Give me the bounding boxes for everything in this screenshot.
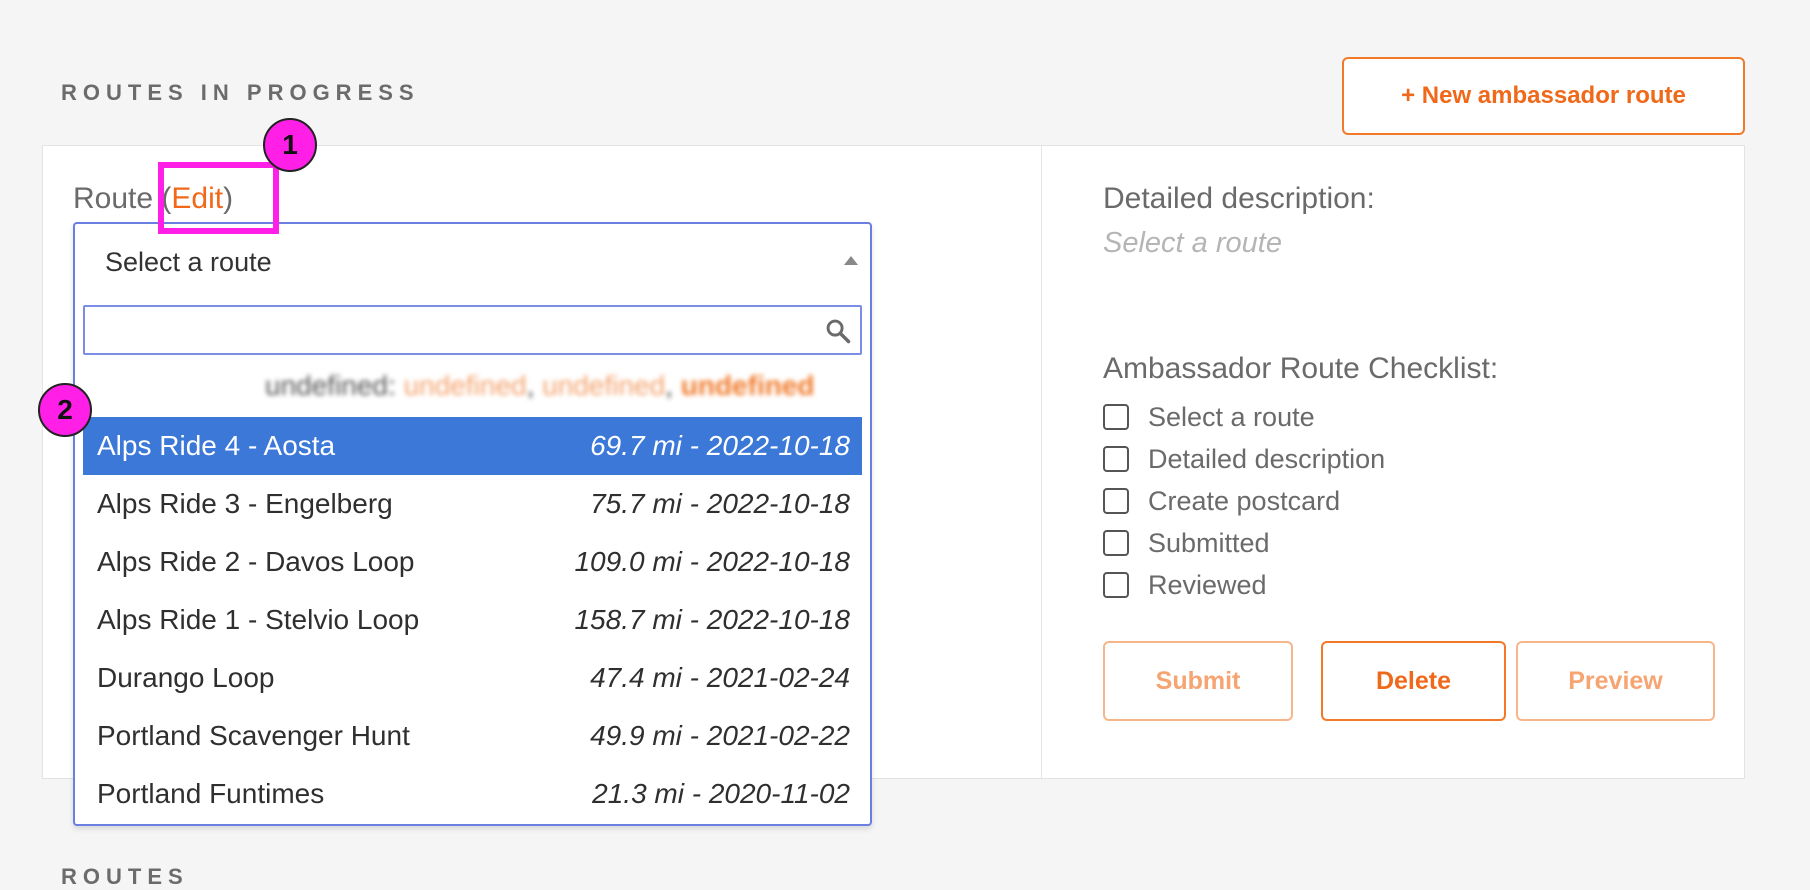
route-option-meta: 109.0 mi - 2022-10-18 [574,546,850,577]
detailed-description-label: Detailed description: [1103,182,1375,215]
route-option[interactable]: Alps Ride 1 - Stelvio Loop 158.7 mi - 20… [83,591,862,649]
detailed-description-value: Select a route [1103,227,1282,259]
blurred-text-3: undefined [542,370,666,401]
route-option-meta: 49.9 mi - 2021-02-22 [590,720,850,751]
route-option-meta: 75.7 mi - 2022-10-18 [590,488,850,519]
route-option[interactable]: Portland Scavenger Hunt 49.9 mi - 2021-0… [83,707,862,765]
checklist-title: Ambassador Route Checklist: [1103,352,1499,385]
route-option-meta: 21.3 mi - 2020-11-02 [592,778,850,809]
delete-button[interactable]: Delete [1321,641,1506,721]
annotation-highlight-box [158,162,279,234]
route-option-meta: 47.4 mi - 2021-02-24 [590,662,850,693]
route-select-current[interactable]: Select a route [75,224,870,300]
annotation-marker-2: 2 [38,383,92,437]
route-option-name: Portland Funtimes [97,778,325,809]
route-select-dropdown[interactable]: Select a route undefined: undefined, und… [73,222,872,826]
checklist-item[interactable]: Create postcard [1103,480,1385,522]
checkbox[interactable] [1103,530,1129,556]
checklist-item-label: Submitted [1148,527,1270,558]
checklist-item-label: Select a route [1148,401,1315,432]
checklist-item[interactable]: Select a route [1103,396,1385,438]
caret-up-icon[interactable] [844,256,858,265]
checkbox[interactable] [1103,572,1129,598]
route-option-name: Alps Ride 2 - Davos Loop [97,546,415,577]
annotation-marker-1: 1 [263,118,317,172]
route-option-name: Durango Loop [97,662,275,693]
route-search-box[interactable] [83,305,862,355]
blurred-text-4: undefined [680,370,815,401]
route-option[interactable]: Alps Ride 4 - Aosta 69.7 mi - 2022-10-18 [83,417,862,475]
blurred-text-1: undefined [265,370,389,401]
new-ambassador-route-button[interactable]: + New ambassador route [1342,57,1745,135]
search-icon [826,319,851,344]
checklist-item-label: Create postcard [1148,485,1341,516]
route-option-name: Alps Ride 1 - Stelvio Loop [97,604,420,635]
checklist-item[interactable]: Reviewed [1103,564,1385,606]
route-option-meta: 69.7 mi - 2022-10-18 [590,430,850,461]
checklist-item-label: Reviewed [1148,569,1267,600]
route-label-text: Route [73,182,154,215]
checkbox[interactable] [1103,446,1129,472]
route-option[interactable]: Alps Ride 2 - Davos Loop 109.0 mi - 2022… [83,533,862,591]
route-search-input[interactable] [93,307,797,353]
checklist-item[interactable]: Detailed description [1103,438,1385,480]
routes-section-title: ROUTES [61,864,189,889]
submit-button[interactable]: Submit [1103,641,1293,721]
checklist-item[interactable]: Submitted [1103,522,1385,564]
route-option-name: Portland Scavenger Hunt [97,720,410,751]
checkbox[interactable] [1103,404,1129,430]
route-option-name: Alps Ride 3 - Engelberg [97,488,393,519]
route-option-meta: 158.7 mi - 2022-10-18 [574,604,850,635]
blurred-text-2: undefined [403,370,527,401]
route-option[interactable]: Durango Loop 47.4 mi - 2021-02-24 [83,649,862,707]
route-select-placeholder: Select a route [105,246,272,277]
checkbox[interactable] [1103,488,1129,514]
checklist: Select a route Detailed description Crea… [1103,396,1385,606]
routes-in-progress-title: ROUTES IN PROGRESS [61,80,420,105]
route-option[interactable]: Portland Funtimes 21.3 mi - 2020-11-02 [83,765,862,823]
route-option-name: Alps Ride 4 - Aosta [97,430,336,461]
card-divider [1041,146,1042,778]
route-options-list: Alps Ride 4 - Aosta 69.7 mi - 2022-10-18… [83,417,862,823]
route-option[interactable]: Alps Ride 3 - Engelberg 75.7 mi - 2022-1… [83,475,862,533]
blurred-option-header: undefined: undefined, undefined, undefin… [265,370,815,401]
checklist-item-label: Detailed description [1148,443,1386,474]
preview-button[interactable]: Preview [1516,641,1715,721]
